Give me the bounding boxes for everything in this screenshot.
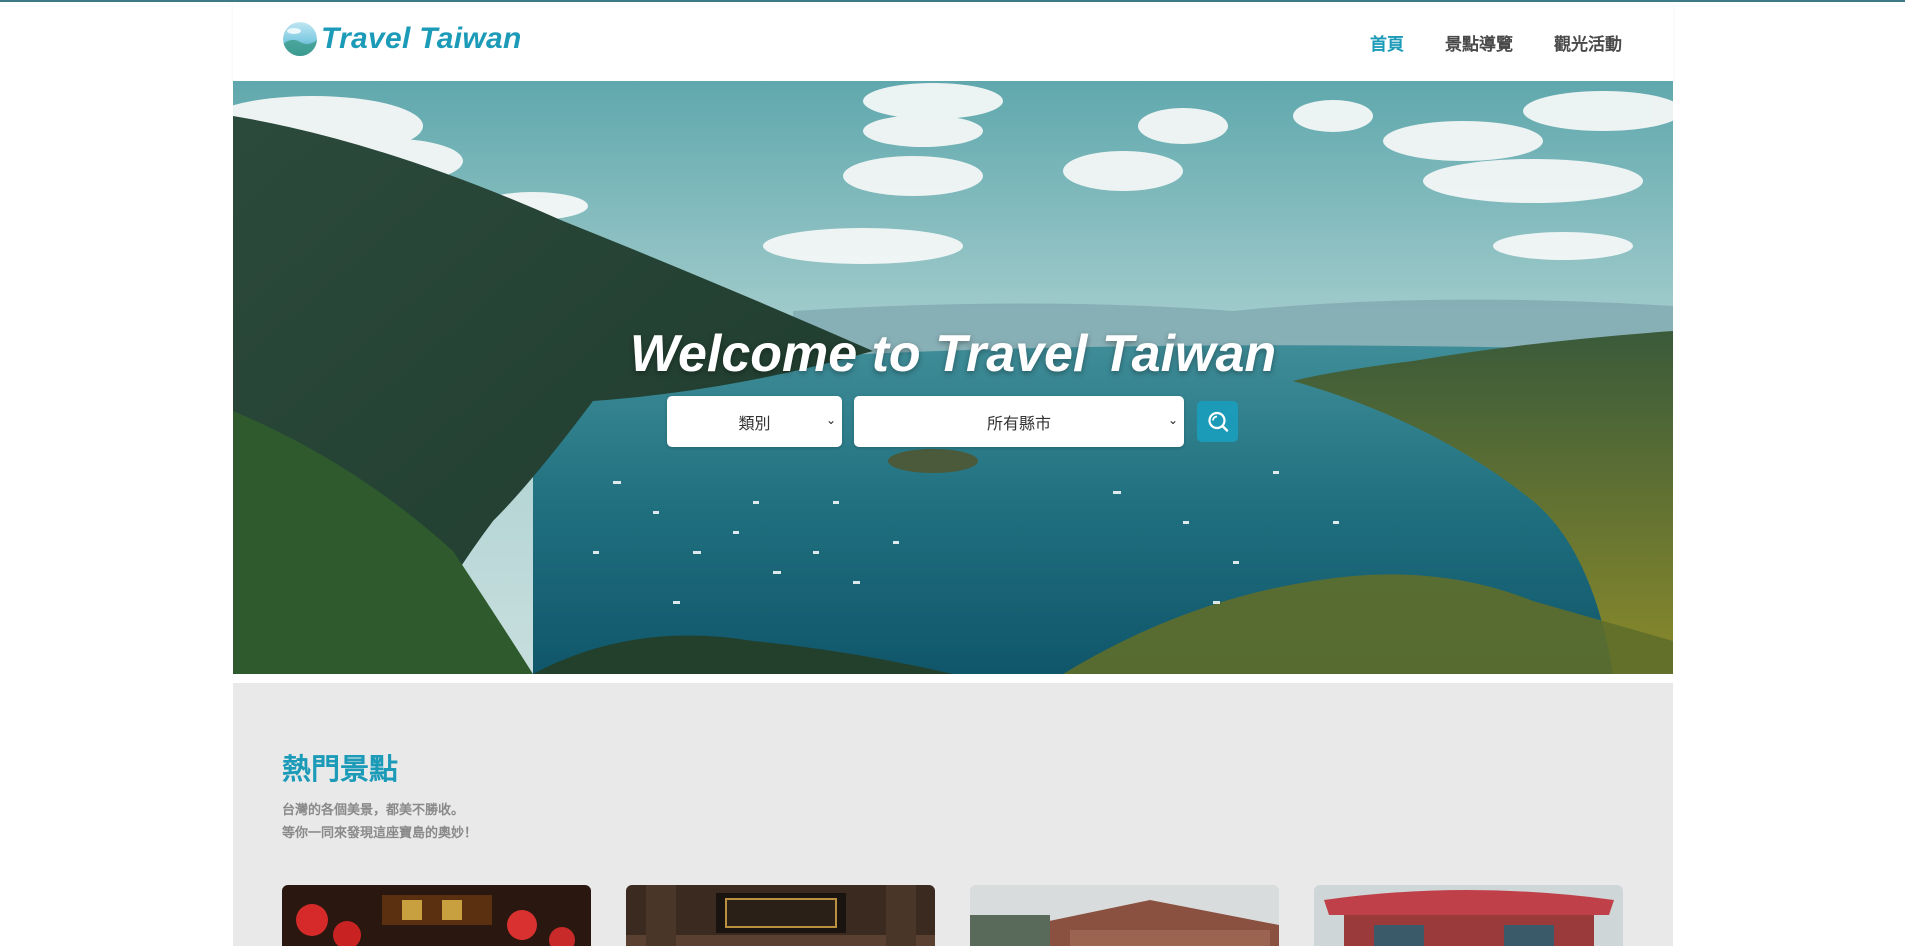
logo-text: Travel Taiwan xyxy=(321,22,522,55)
logo-link[interactable]: Travel Taiwan xyxy=(283,22,522,56)
section-title: 熱門景點 xyxy=(282,752,399,786)
hero-title: Welcome to Travel Taiwan xyxy=(629,325,1277,383)
search-button[interactable] xyxy=(1197,401,1238,442)
section-description: 台灣的各個美景，都美不勝收。 等你一同來發現這座寶島的奧妙！ xyxy=(282,799,477,845)
nav-home[interactable]: 首頁 xyxy=(1370,30,1404,55)
hero-banner: Welcome to Travel Taiwan 類別 ⌄ 所有縣市 ⌄ xyxy=(233,81,1673,674)
city-select-value: 所有縣市 xyxy=(986,413,1051,433)
category-select[interactable]: 類別 ⌄ xyxy=(667,396,842,447)
site-header: Travel Taiwan 首頁 景點導覽 觀光活動 xyxy=(233,2,1673,81)
attraction-card-image[interactable] xyxy=(626,885,935,946)
search-bar: 類別 ⌄ 所有縣市 ⌄ xyxy=(667,396,1238,447)
city-select[interactable]: 所有縣市 ⌄ xyxy=(854,396,1184,447)
attraction-card-image[interactable] xyxy=(970,885,1279,946)
category-select-value: 類別 xyxy=(738,413,771,433)
page-container: Travel Taiwan 首頁 景點導覽 觀光活動 Welcome to Tr… xyxy=(233,2,1673,946)
nav-activities[interactable]: 觀光活動 xyxy=(1554,30,1622,55)
popular-attractions-section: 熱門景點 台灣的各個美景，都美不勝收。 等你一同來發現這座寶島的奧妙！ xyxy=(233,683,1673,946)
logo-icon xyxy=(283,22,317,56)
chevron-down-icon: ⌄ xyxy=(825,413,836,427)
section-description-line: 台灣的各個美景，都美不勝收。 xyxy=(282,803,465,818)
main-nav: 首頁 景點導覽 觀光活動 xyxy=(1370,30,1622,55)
chevron-down-icon: ⌄ xyxy=(1167,413,1178,427)
section-description-line: 等你一同來發現這座寶島的奧妙！ xyxy=(282,826,478,841)
attraction-cards xyxy=(282,885,1623,946)
search-icon xyxy=(1207,411,1228,432)
attraction-card-image[interactable] xyxy=(1314,885,1623,946)
attraction-card-image[interactable] xyxy=(282,885,591,946)
nav-attractions[interactable]: 景點導覽 xyxy=(1445,30,1513,55)
